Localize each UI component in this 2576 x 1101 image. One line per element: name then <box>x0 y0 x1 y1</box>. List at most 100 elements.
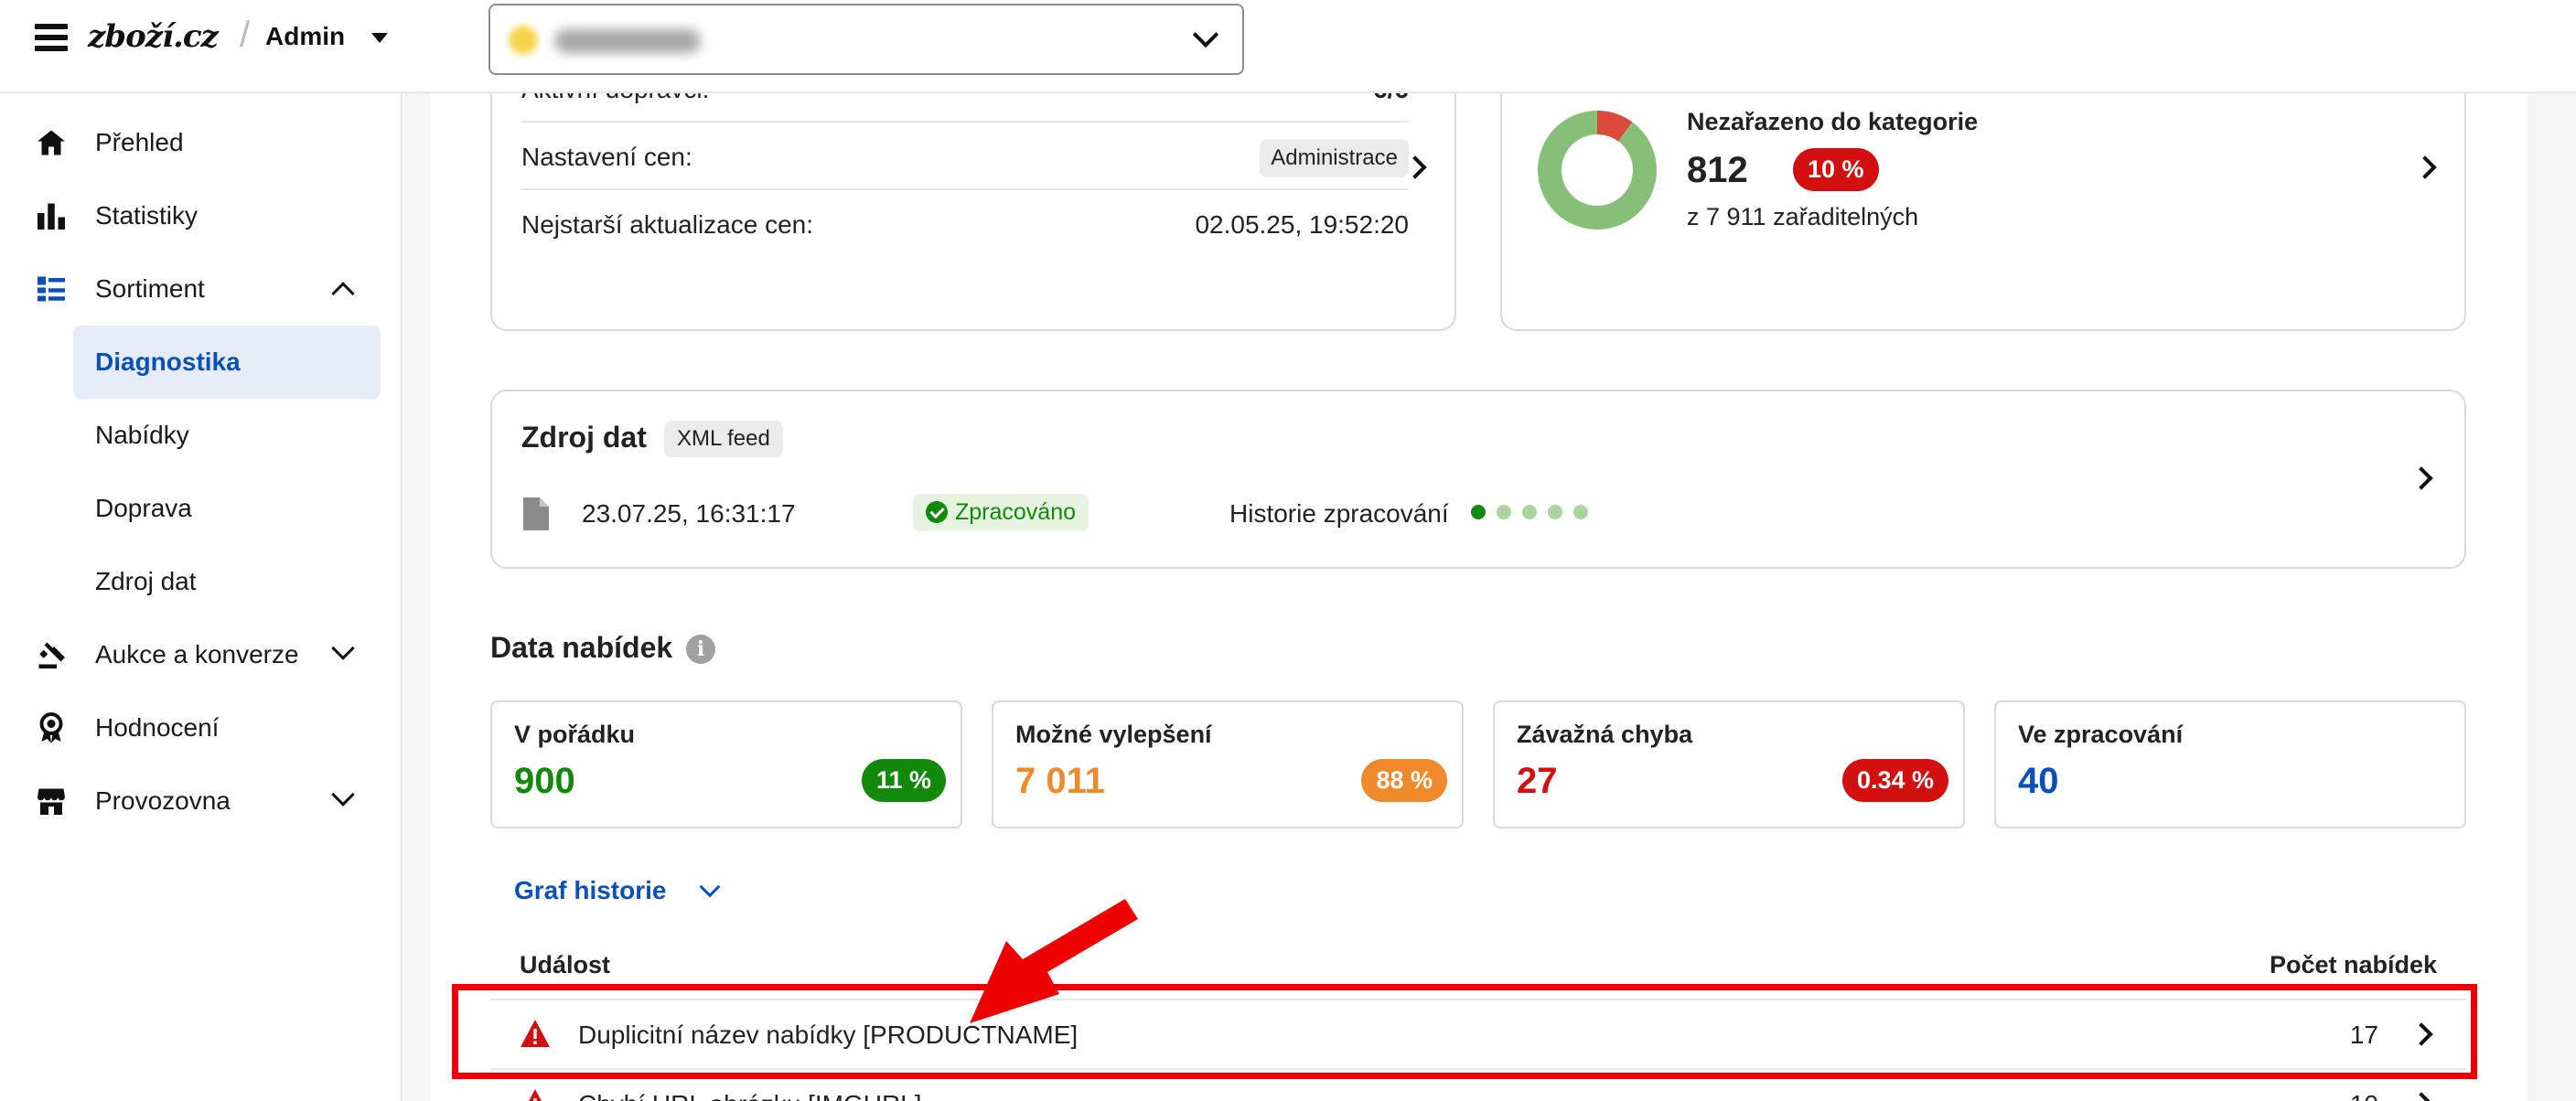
row-count: 10 <box>2350 1090 2378 1101</box>
sidebar-item-doprava[interactable]: Doprava <box>73 472 381 545</box>
history-dot[interactable] <box>1522 505 1537 519</box>
stat-value: 7 011 <box>1015 761 1105 801</box>
red-arrow-annotation <box>970 899 1138 1023</box>
sidebar-item-label: Hodnocení <box>95 713 220 742</box>
stat-card-error[interactable]: Závažná chyba 27 0.34 % <box>1493 700 1965 828</box>
category-card[interactable]: Nezařazeno do kategorie 812 10 % z 7 911… <box>1500 55 2466 331</box>
gavel-icon <box>38 642 65 668</box>
kv-key: Nastavení cen: <box>521 143 692 171</box>
data-source-title: Zdroj dat <box>521 421 647 454</box>
sidebar-item-label: Doprava <box>95 494 192 522</box>
caret-down-icon[interactable] <box>371 33 388 43</box>
sidebar-item-provozovna[interactable]: Provozovna <box>0 768 402 834</box>
history-dot[interactable] <box>1497 505 1511 519</box>
shop-name-redacted <box>554 29 701 53</box>
section-title: Data nabídek <box>490 631 673 664</box>
content-gutter-left <box>404 93 430 1101</box>
kv-row-price-settings: Nastavení cen: Administrace <box>521 123 1409 190</box>
sidebar: Přehled Statistiky Sortiment Diagnostika… <box>0 93 402 1101</box>
history-label: Historie zpracování <box>1229 499 1449 528</box>
stat-percent-badge: 88 % <box>1361 759 1447 802</box>
kv-row-oldest-update: Nejstarší aktualizace cen: 02.05.25, 19:… <box>521 190 1409 258</box>
sidebar-item-statistiky[interactable]: Statistiky <box>0 183 402 249</box>
chevron-right-icon[interactable] <box>2413 155 2437 179</box>
graph-history-toggle[interactable]: Graf historie <box>514 876 666 905</box>
stat-value: 900 <box>514 761 575 801</box>
home-icon <box>38 130 65 155</box>
chevron-right-icon[interactable] <box>2410 466 2433 490</box>
sidebar-item-label: Přehled <box>95 128 184 156</box>
kv-key: Nejstarší aktualizace cen: <box>521 210 814 239</box>
logo-divider: / <box>240 15 251 55</box>
history-dots[interactable] <box>1471 505 1588 519</box>
sidebar-item-label: Sortiment <box>95 274 205 303</box>
xml-feed-chip: XML feed <box>664 421 783 457</box>
admin-menu-label[interactable]: Admin <box>265 22 345 51</box>
award-icon <box>39 712 63 743</box>
sidebar-item-aukce[interactable]: Aukce a konverze <box>0 622 402 688</box>
bar-chart-icon <box>38 203 65 230</box>
sidebar-item-diagnostika[interactable]: Diagnostika <box>73 326 381 399</box>
menu-icon[interactable] <box>35 24 68 51</box>
data-source-date: 23.07.25, 16:31:17 <box>582 499 796 528</box>
stat-card-improvement[interactable]: Možné vylepšení 7 011 88 % <box>992 700 1464 828</box>
shipping-card[interactable]: Aktivní dopravci: 6/6 Nastavení cen: Adm… <box>490 55 1456 331</box>
stat-title: V pořádku <box>514 721 636 748</box>
sidebar-item-label: Nabídky <box>95 421 189 449</box>
kv-value: 02.05.25, 19:52:20 <box>1195 210 1409 239</box>
info-icon[interactable]: i <box>686 635 715 664</box>
top-bar: zboží.cz / Admin <box>0 0 2576 93</box>
stat-card-processing[interactable]: Ve zpracování 40 <box>1994 700 2466 828</box>
highlight-box <box>452 984 2477 1079</box>
zbozi-logo[interactable]: zboží.cz <box>88 18 219 55</box>
category-donut-chart <box>1538 111 1657 230</box>
sidebar-item-label: Diagnostika <box>95 347 241 376</box>
sidebar-item-label: Provozovna <box>95 786 231 815</box>
chevron-down-icon[interactable] <box>1192 21 1219 48</box>
history-dot[interactable] <box>1471 505 1486 519</box>
chevron-up-icon[interactable] <box>331 282 355 305</box>
stat-title: Ve zpracování <box>2018 721 2184 748</box>
column-header-event: Událost <box>520 951 611 978</box>
status-badge: Zpracováno <box>913 494 1089 531</box>
category-title: Nezařazeno do kategorie <box>1687 108 1979 135</box>
sidebar-item-sortiment[interactable]: Sortiment <box>0 256 402 322</box>
sidebar-item-zdroj-dat[interactable]: Zdroj dat <box>73 545 381 618</box>
stat-title: Možné vylepšení <box>1015 721 1212 748</box>
chevron-down-icon[interactable] <box>699 876 721 898</box>
sidebar-item-label: Statistiky <box>95 201 199 230</box>
data-source-card[interactable]: Zdroj dat XML feed 23.07.25, 16:31:17 Zp… <box>490 390 2466 569</box>
history-dot[interactable] <box>1573 505 1588 519</box>
stat-value: 40 <box>2018 761 2059 801</box>
row-label: Chybí URL obrázku [IMGURL] <box>578 1090 922 1101</box>
stat-title: Závažná chyba <box>1517 721 1693 748</box>
sidebar-item-label: Aukce a konverze <box>95 640 299 668</box>
status-text: Zpracováno <box>955 499 1077 525</box>
sidebar-item-nabidky[interactable]: Nabídky <box>73 399 381 472</box>
administrace-chip[interactable]: Administrace <box>1260 139 1409 177</box>
stat-value: 27 <box>1517 761 1558 801</box>
chevron-down-icon[interactable] <box>331 783 355 807</box>
stat-percent-badge: 0.34 % <box>1841 759 1948 802</box>
category-subtitle: z 7 911 zařaditelných <box>1687 203 1919 230</box>
sidebar-item-prehled[interactable]: Přehled <box>0 110 402 176</box>
check-circle-icon <box>926 501 948 523</box>
donut-ok-segment <box>1538 111 1657 230</box>
sidebar-item-label: Zdroj dat <box>95 567 197 595</box>
shop-avatar <box>509 26 538 55</box>
stat-percent-badge: 11 % <box>861 759 946 802</box>
list-icon <box>38 276 65 302</box>
content-gutter-right <box>2527 93 2576 1101</box>
stat-card-ok[interactable]: V pořádku 900 11 % <box>490 700 962 828</box>
history-dot[interactable] <box>1548 505 1562 519</box>
chevron-right-icon[interactable] <box>2410 1092 2433 1101</box>
shop-select[interactable] <box>488 4 1244 75</box>
store-icon <box>38 788 65 815</box>
column-header-count: Počet nabídek <box>2269 951 2437 978</box>
category-percent-badge: 10 % <box>1793 148 1879 191</box>
category-count: 812 <box>1687 150 1748 190</box>
file-icon <box>523 497 549 530</box>
warning-icon <box>529 1089 542 1101</box>
chevron-down-icon[interactable] <box>331 636 355 660</box>
sidebar-item-hodnoceni[interactable]: Hodnocení <box>0 695 402 761</box>
